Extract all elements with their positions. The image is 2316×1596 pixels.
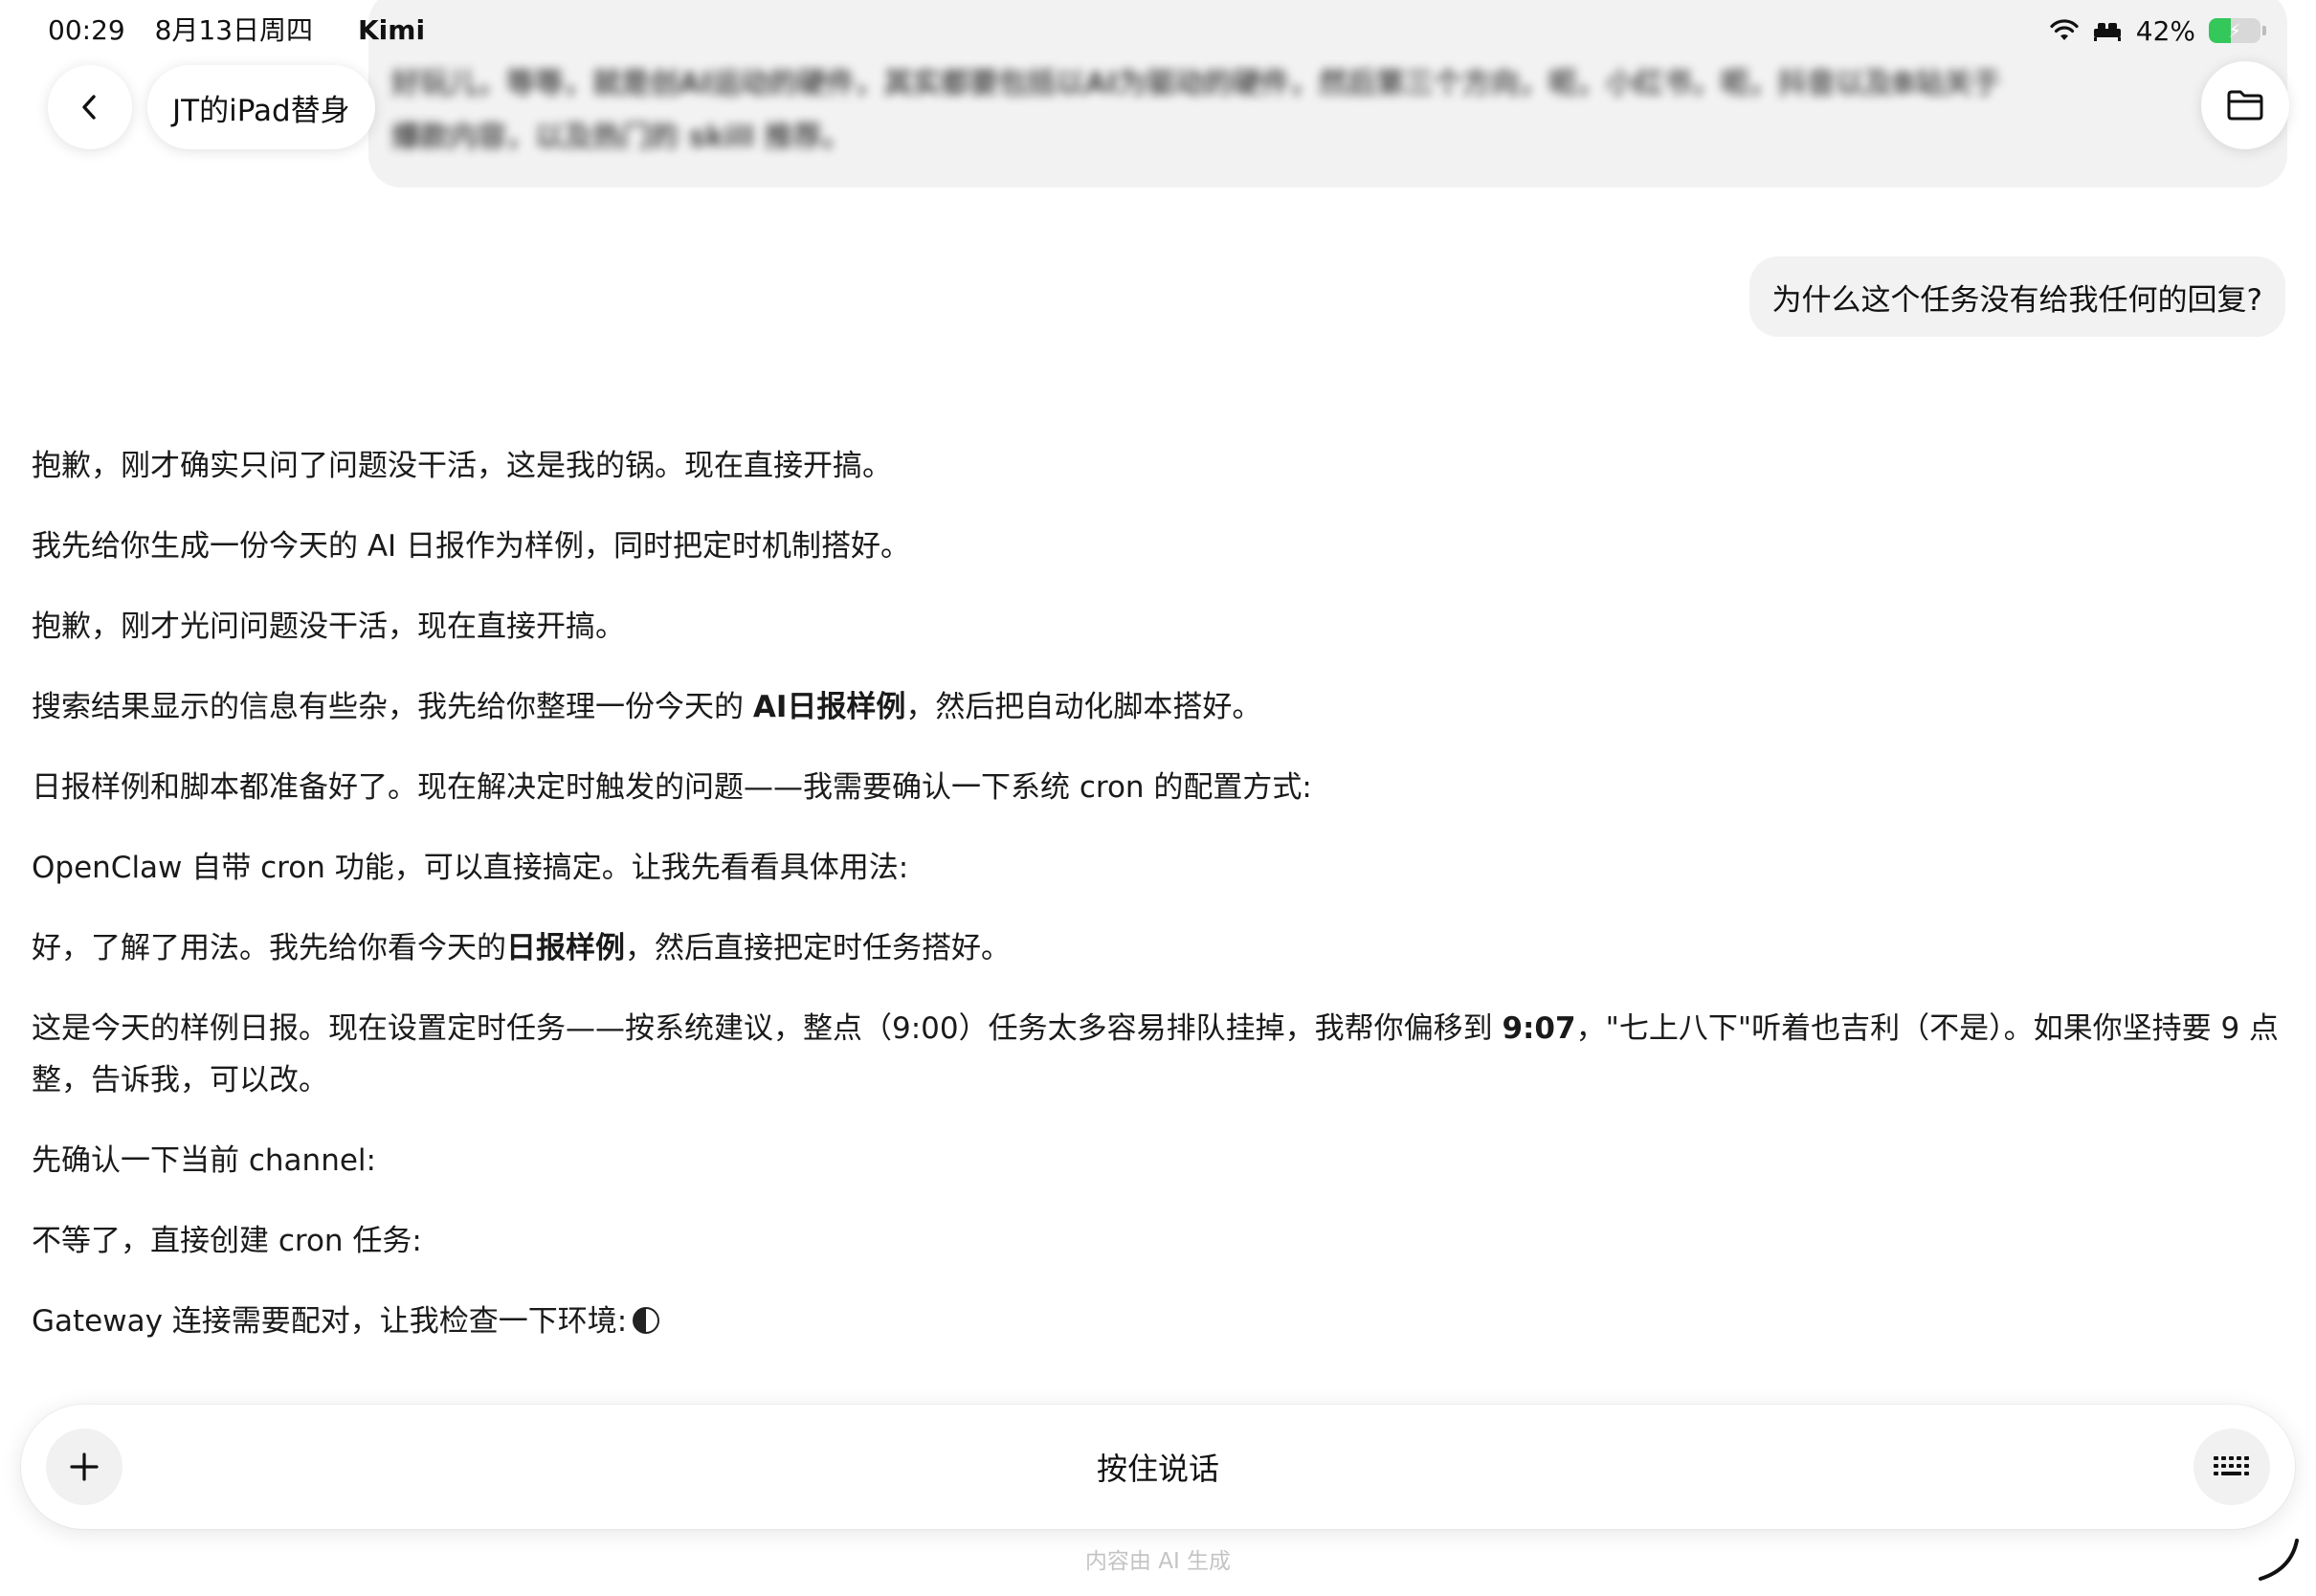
wifi-icon bbox=[2050, 19, 2079, 40]
assistant-paragraph-8: 这是今天的样例日报。现在设置定时任务——按系统建议，整点（9:00）任务太多容易… bbox=[32, 1003, 2290, 1106]
previous-message-text: 好玩儿，等等，就是创AI运动的硬件，其实都要包括以AI为驱动的硬件，然后第三个方… bbox=[391, 67, 2001, 154]
hold-to-talk-button[interactable]: 按住说话 bbox=[21, 1405, 2295, 1529]
input-bar: 按住说话 bbox=[21, 1405, 2295, 1529]
back-button[interactable] bbox=[48, 65, 132, 149]
folder-icon bbox=[2227, 90, 2263, 121]
text-segment: ，然后把自动化脚本搭好。 bbox=[905, 690, 1262, 724]
text-segment: 这是今天的样例日报。现在设置定时任务——按系统建议，整点（9:00）任务太多容易… bbox=[32, 1011, 1503, 1046]
sleep-focus-icon bbox=[2093, 23, 2121, 41]
assistant-paragraph-11: Gateway 连接需要配对，让我检查一下环境: bbox=[32, 1296, 2290, 1347]
text-segment: 好，了解了用法。我先给你看今天的 bbox=[32, 931, 506, 965]
text-segment: ，然后直接把定时任务搭好。 bbox=[625, 931, 1011, 965]
assistant-paragraph-6: OpenClaw 自带 cron 功能，可以直接搞定。让我先看看具体用法: bbox=[32, 851, 909, 885]
status-date: 8月13日周四 bbox=[154, 14, 314, 46]
assistant-paragraph-5: 日报样例和脚本都准备好了。现在解决定时触发的问题——我需要确认一下系统 cron… bbox=[32, 770, 1312, 805]
folder-button[interactable] bbox=[2201, 61, 2289, 149]
assistant-paragraph-3: 抱歉，刚才光问问题没干活，现在直接开搞。 bbox=[32, 610, 625, 644]
keyboard-icon bbox=[2214, 1456, 2249, 1475]
battery-tip bbox=[2262, 26, 2266, 35]
assistant-paragraph-7: 好，了解了用法。我先给你看今天的日报样例，然后直接把定时任务搭好。 bbox=[32, 922, 2290, 974]
assistant-paragraph-9: 先确认一下当前 channel: bbox=[32, 1143, 376, 1178]
status-time: 00:29 bbox=[48, 14, 125, 46]
text-segment: 搜索结果显示的信息有些杂，我先给你整理一份今天的 bbox=[32, 690, 753, 724]
corner-resize-icon bbox=[2259, 1539, 2299, 1581]
status-left: 00:29 8月13日周四 Kimi bbox=[48, 13, 446, 48]
status-right: 42% ⚡ bbox=[2050, 13, 2266, 48]
bold-segment: 日报样例 bbox=[506, 931, 625, 965]
assistant-paragraph-4: 搜索结果显示的信息有些杂，我先给你整理一份今天的 AI日报样例，然后把自动化脚本… bbox=[32, 681, 2290, 733]
user-message-text: 为什么这个任务没有给我任何的回复? bbox=[1771, 282, 2262, 318]
assistant-paragraph-10: 不等了，直接创建 cron 任务: bbox=[32, 1224, 422, 1258]
conversation-title[interactable]: JT的iPad替身 bbox=[147, 65, 375, 149]
screen: 好玩儿，等等，就是创AI运动的硬件，其实都要包括以AI为驱动的硬件，然后第三个方… bbox=[0, 0, 2316, 1596]
plus-icon bbox=[70, 1452, 99, 1481]
bold-segment: AI日报样例 bbox=[752, 690, 906, 724]
keyboard-button[interactable] bbox=[2194, 1429, 2270, 1505]
plus-button[interactable] bbox=[46, 1429, 122, 1505]
loading-spinner-icon bbox=[633, 1307, 660, 1334]
hold-to-talk-label: 按住说话 bbox=[1096, 1451, 1219, 1487]
status-app-name: Kimi bbox=[357, 14, 426, 46]
ai-disclaimer: 内容由 AI 生成 bbox=[1084, 1549, 1232, 1574]
chevron-left-icon bbox=[82, 95, 96, 120]
assistant-message: 抱歉，刚才确实只问了问题没干活，这是我的锅。现在直接开搞。 我先给你生成一份今天… bbox=[32, 440, 2290, 1376]
status-bar: 00:29 8月13日周四 Kimi 42% ⚡ bbox=[0, 0, 2316, 61]
assistant-paragraph-1: 抱歉，刚才确实只问了问题没干活，这是我的锅。现在直接开搞。 bbox=[32, 449, 892, 483]
bold-segment: 9:07 bbox=[1502, 1011, 1576, 1046]
text-segment: Gateway 连接需要配对，让我检查一下环境: bbox=[32, 1304, 628, 1339]
assistant-paragraph-2: 我先给你生成一份今天的 AI 日报作为样例，同时把定时机制搭好。 bbox=[32, 529, 911, 564]
user-message-bubble: 为什么这个任务没有给我任何的回复? bbox=[1748, 256, 2285, 337]
battery-percent: 42% bbox=[2135, 14, 2195, 47]
charging-bolt-icon: ⚡ bbox=[2227, 19, 2242, 42]
battery-icon: ⚡ bbox=[2209, 18, 2260, 43]
